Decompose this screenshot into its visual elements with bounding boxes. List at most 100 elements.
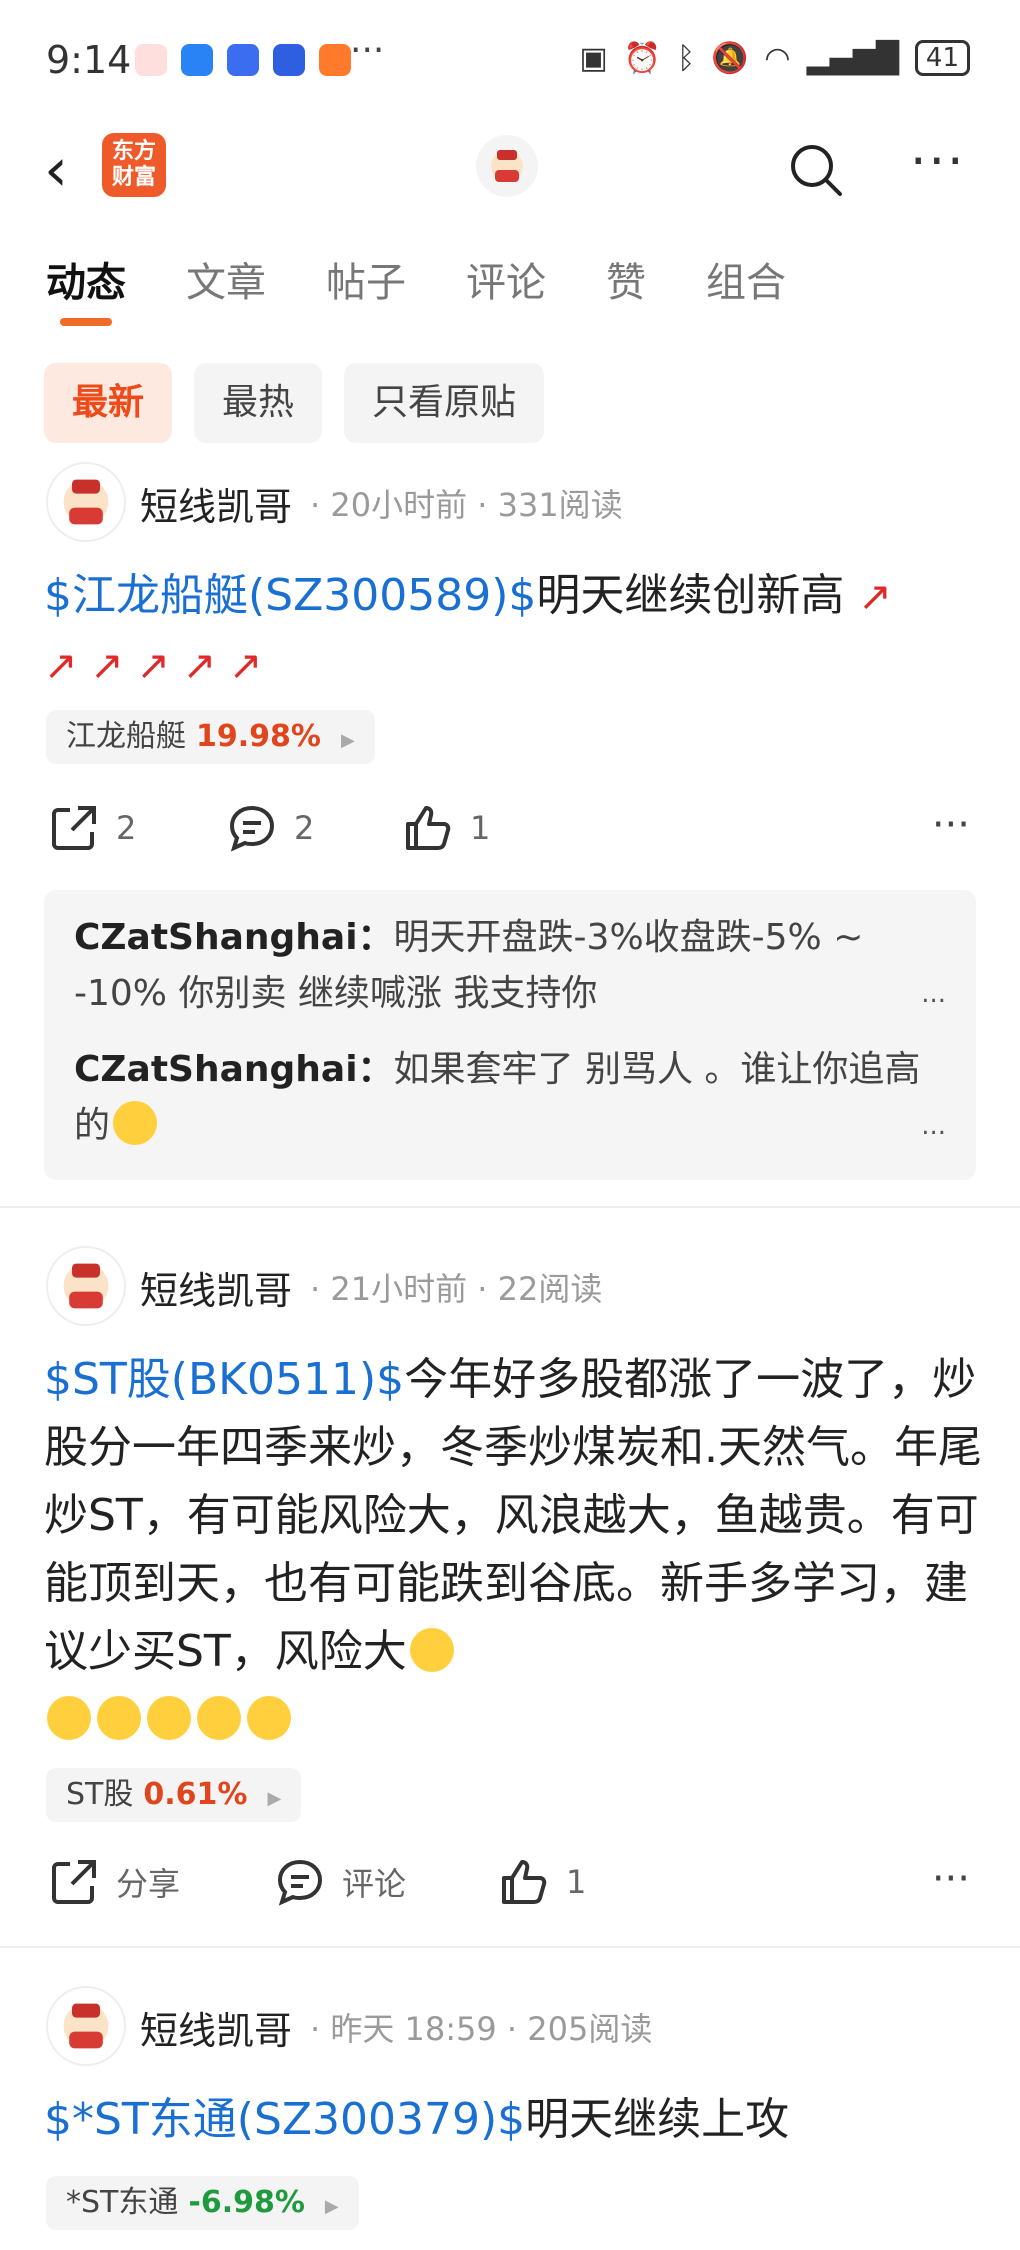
filter-original-only[interactable]: 只看原贴 (344, 363, 545, 443)
tab-posts[interactable]: 帖子 (326, 250, 406, 308)
more-options-icon[interactable]: ... (921, 1098, 946, 1154)
tab-dynamics[interactable]: 动态 (46, 250, 126, 308)
post-time: 昨天 18:59 (330, 2010, 497, 2048)
avatar[interactable] (46, 462, 126, 542)
god-of-wealth-icon (63, 1263, 109, 1309)
more-options-icon[interactable]: ··· (932, 802, 970, 848)
back-icon[interactable]: ‹ (44, 140, 68, 200)
post-content[interactable]: $*ST东通(SZ300379)$明天继续上攻 (44, 2086, 984, 2154)
stock-tag[interactable]: *ST东通 -6.98% ▶ (46, 2176, 359, 2230)
stock-tag-name: 江龙船艇 (66, 719, 186, 754)
comment-count: 2 (294, 809, 315, 847)
tab-articles[interactable]: 文章 (186, 250, 266, 308)
stock-tag[interactable]: ST股 0.61% ▶ (46, 1768, 302, 1822)
divider (0, 1206, 1020, 1208)
post-content[interactable]: $江龙船艇(SZ300589)$明天继续创新高 ↗ ↗ ↗ ↗ ↗ ↗ (44, 562, 984, 700)
post-time: 20小时前 (330, 486, 468, 524)
read-count: 331阅读 (497, 486, 623, 524)
arrow-right-icon: ▶ (340, 730, 355, 751)
post-meta: · 20小时前 · 331阅读 (310, 486, 623, 524)
post-meta: · 昨天 18:59 · 205阅读 (310, 2010, 653, 2048)
share-button[interactable]: 2 (48, 802, 136, 854)
nfc-icon: ▣ (579, 40, 608, 76)
stock-tag[interactable]: 江龙船艇 19.98% ▶ (46, 710, 375, 764)
comment-preview[interactable]: CZatShanghai：明天开盘跌-3%收盘跌-5% ~ -10% 你别卖 继… (44, 890, 976, 1180)
username[interactable]: 短线凯哥 (140, 2000, 292, 2055)
thinking-666-emoji-icon (147, 1696, 191, 1740)
voice-app-icon (227, 44, 259, 76)
comment-item[interactable]: CZatShanghai：明天开盘跌-3%收盘跌-5% ~ -10% 你别卖 继… (74, 910, 946, 1022)
avatar[interactable] (46, 1246, 126, 1326)
stock-link[interactable]: $江龙船艇(SZ300589)$ (44, 570, 536, 621)
filter-hot[interactable]: 最热 (194, 363, 323, 443)
stock-link[interactable]: $ST股(BK0511)$ (44, 1354, 404, 1405)
rising-chart-emoji-icon: ↗ (858, 574, 892, 620)
read-count: 22阅读 (497, 1270, 603, 1308)
username[interactable]: 短线凯哥 (140, 476, 292, 531)
like-count: 1 (470, 809, 491, 847)
notification-icons (135, 44, 351, 76)
rising-chart-emoji-icon: ↗ ↗ ↗ ↗ ↗ (44, 643, 263, 689)
share-count: 2 (116, 809, 137, 847)
god-of-wealth-icon (63, 479, 109, 525)
thinking-666-emoji-icon (97, 1696, 141, 1740)
share-button[interactable]: 分享 (48, 1856, 180, 1908)
browser-icon (273, 44, 305, 76)
thumbs-up-icon (406, 806, 451, 850)
god-of-wealth-icon (491, 150, 523, 182)
god-of-wealth-icon (63, 2003, 109, 2049)
avatar[interactable] (476, 135, 538, 197)
weibo-icon (135, 44, 167, 76)
stock-link[interactable]: $*ST东通(SZ300379)$ (44, 2094, 525, 2145)
app-icon (181, 44, 213, 76)
filter-chips: 最新 最热 只看原贴 (44, 363, 545, 443)
comment-icon (277, 1859, 323, 1906)
read-count: 205阅读 (527, 2010, 653, 2048)
mute-icon: 🔕 (711, 40, 749, 76)
tab-comments[interactable]: 评论 (466, 250, 546, 308)
filter-latest[interactable]: 最新 (44, 363, 173, 443)
tab-bar: 动态 文章 帖子 评论 赞 组合 (0, 250, 1020, 330)
comment-user[interactable]: CZatShanghai： (74, 1049, 394, 1090)
comment-label: 评论 (342, 1865, 407, 1903)
username[interactable]: 短线凯哥 (140, 1260, 292, 1315)
post-text: 明天继续上攻 (525, 2094, 790, 2145)
comment-button[interactable]: 2 (226, 802, 314, 854)
comment-user[interactable]: CZatShanghai： (74, 917, 394, 958)
battery-icon: 41 (914, 40, 970, 76)
search-icon[interactable] (786, 140, 846, 200)
tab-likes[interactable]: 赞 (606, 250, 646, 308)
alarm-icon: ⏰ (623, 40, 662, 76)
stock-tag-change: -6.98% (188, 2185, 305, 2220)
more-options-icon[interactable]: ··· (910, 132, 966, 192)
comment-button[interactable]: 评论 (274, 1856, 406, 1908)
comment-icon (229, 805, 275, 852)
thinking-666-emoji-icon (47, 1696, 91, 1740)
clock: 9:14 (46, 38, 132, 82)
system-indicators: ▣ ⏰ ᛒ 🔕 ◠ ▂▄▆█ 41 (579, 40, 970, 76)
arrow-right-icon: ▶ (324, 2196, 339, 2217)
post-text: 明天继续创新高 (536, 570, 845, 621)
stock-tag-name: *ST东通 (66, 2185, 179, 2220)
top-nav: ‹ 东方 财富 ··· (0, 120, 1020, 230)
taobao-icon (319, 44, 351, 76)
more-options-icon[interactable]: ... (921, 966, 946, 1022)
like-button[interactable]: 1 (498, 1856, 586, 1908)
avatar[interactable] (46, 1986, 126, 2066)
like-count: 1 (566, 1863, 587, 1901)
bluetooth-icon: ᛒ (677, 40, 696, 76)
more-options-icon[interactable]: ··· (932, 1856, 970, 1902)
comment-item[interactable]: CZatShanghai：如果套牢了 别骂人 。谁让你追高的 ... (74, 1042, 946, 1154)
post-meta: · 21小时前 · 22阅读 (310, 1270, 603, 1308)
like-button[interactable]: 1 (402, 802, 490, 854)
app-logo[interactable]: 东方 财富 (102, 133, 166, 197)
thinking-666-emoji-icon (197, 1696, 241, 1740)
stock-tag-name: ST股 (66, 1777, 134, 1812)
thinking-666-emoji-icon (247, 1696, 291, 1740)
tab-portfolio[interactable]: 组合 (706, 250, 786, 308)
post-actions: 2 2 1 ··· (0, 802, 1020, 862)
thinking-666-emoji-icon (409, 1628, 454, 1672)
signal-icon: ▂▄▆█ (806, 40, 899, 76)
post-content[interactable]: $ST股(BK0511)$今年好多股都涨了一波了，炒股分一年四季来炒，冬季炒煤炭… (44, 1346, 984, 1754)
arrow-right-icon: ▶ (267, 1788, 282, 1809)
